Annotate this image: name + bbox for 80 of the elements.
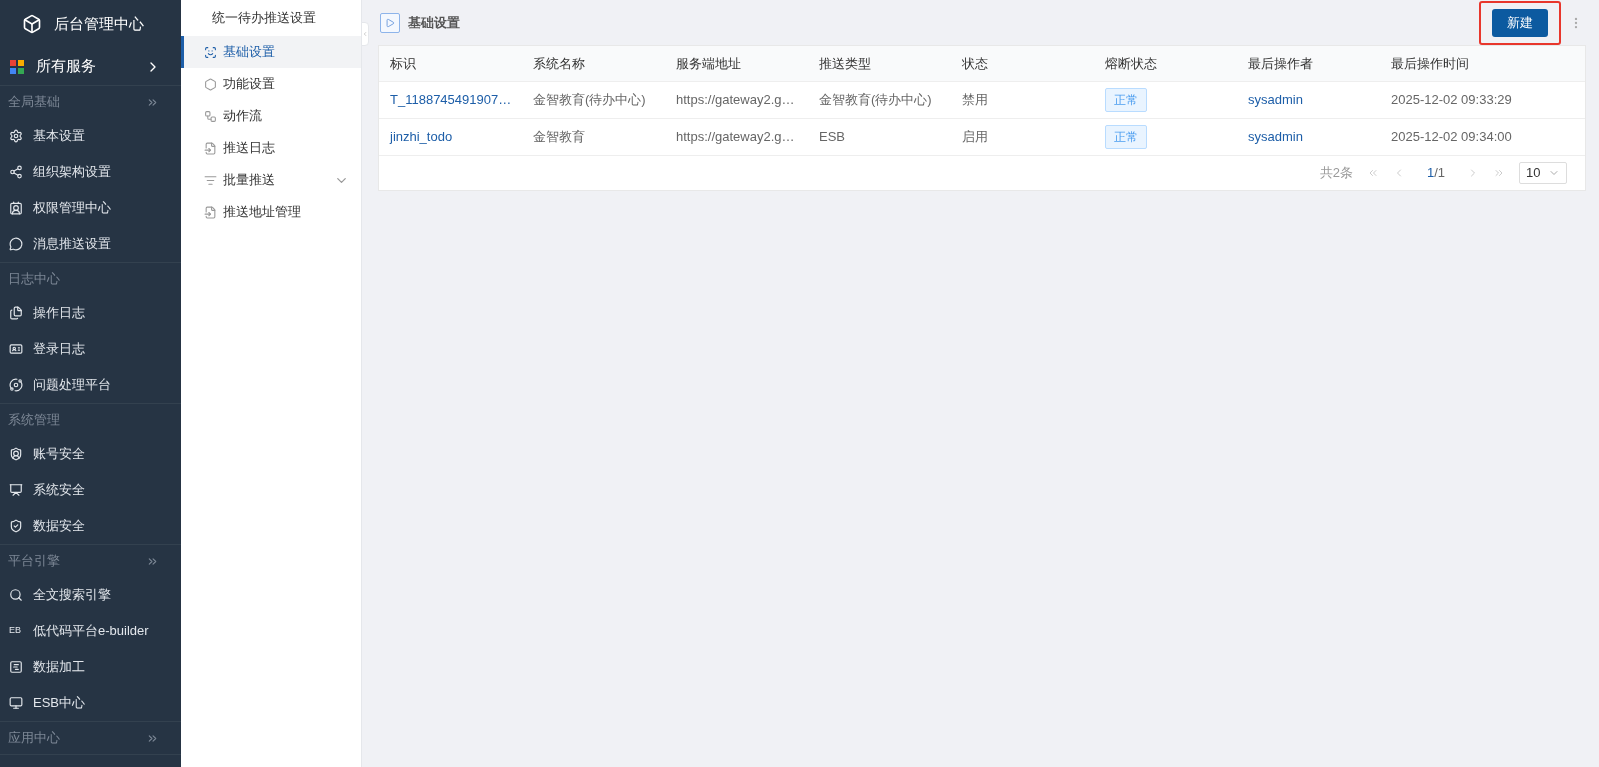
operator-link[interactable]: sysadmin xyxy=(1248,92,1303,108)
column-header: 服务端地址 xyxy=(675,54,742,73)
sidebar-item[interactable]: 数据安全 xyxy=(0,508,181,544)
sidebar-item[interactable]: 账号安全 xyxy=(0,436,181,472)
submenu-item[interactable]: 动作流 xyxy=(181,100,361,132)
column-header: 推送类型 xyxy=(818,54,872,73)
documents-icon xyxy=(9,306,23,320)
eb-label: EB xyxy=(9,624,22,638)
sidebar-item[interactable]: 消息推送设置 xyxy=(0,226,181,262)
section-title: 日志中心 xyxy=(8,270,61,289)
section-title: 全局基础 xyxy=(8,93,61,112)
shield-icon xyxy=(9,519,23,533)
column-header: 状态 xyxy=(961,54,989,73)
search-icon xyxy=(9,588,23,602)
shield-user-icon xyxy=(9,447,23,461)
id-link[interactable]: jinzhi_todo xyxy=(390,129,453,145)
sidebar-item[interactable]: 组织架构设置 xyxy=(0,154,181,190)
table-icon xyxy=(9,660,23,674)
submenu-item[interactable]: 批量推送 xyxy=(181,164,361,196)
sidebar-item[interactable]: 问题处理平台 xyxy=(0,367,181,403)
operator-link[interactable]: sysadmin xyxy=(1248,129,1303,145)
sidebar-item[interactable]: EB 低代码平台e-builder xyxy=(0,613,181,649)
submenu-item[interactable]: 功能设置 xyxy=(181,68,361,100)
chat-bubble-icon xyxy=(9,237,23,251)
monitor-icon xyxy=(9,696,23,710)
table-cell-text: 金智教育 xyxy=(532,128,586,147)
section-title: 平台引擎 xyxy=(8,552,61,571)
filter-icon xyxy=(204,173,217,187)
cube-logo-icon xyxy=(22,14,42,34)
column-header: 标识 xyxy=(389,54,417,73)
sidebar-item[interactable]: 数据加工 xyxy=(0,649,181,685)
status-tag: 正常 xyxy=(1105,125,1147,149)
planet-icon xyxy=(9,378,23,392)
column-header: 熔断状态 xyxy=(1104,54,1158,73)
sidebar-item[interactable]: ESB中心 xyxy=(0,685,181,721)
table-cell-text: 金智教育(待办中心) xyxy=(532,91,647,110)
section-title: 系统管理 xyxy=(8,411,61,430)
collapse-handle[interactable] xyxy=(361,22,369,46)
last-page-icon[interactable] xyxy=(1493,167,1505,179)
monitor-icon xyxy=(9,483,23,497)
table-cell-text: 禁用 xyxy=(961,91,989,110)
id-card-icon xyxy=(9,342,23,356)
contact-icon xyxy=(9,201,23,215)
submenu-item[interactable]: 基础设置 xyxy=(181,36,361,68)
flow-icon xyxy=(204,109,217,123)
table-cell-text: https://gateway2.g… xyxy=(675,91,796,110)
section-title: 应用中心 xyxy=(8,729,61,748)
status-tag: 正常 xyxy=(1105,88,1147,112)
page-title: 基础设置 xyxy=(408,13,461,32)
page-count: /1 xyxy=(1434,165,1445,181)
sidebar-item[interactable]: 基本设置 xyxy=(0,118,181,154)
column-header: 最后操作时间 xyxy=(1390,54,1470,73)
table-cell-text: 2025-12-02 09:33:29 xyxy=(1390,91,1513,110)
current-page: 1 xyxy=(1426,165,1435,181)
nodes-icon xyxy=(9,165,23,179)
total-count: 共2条 xyxy=(1319,164,1353,183)
document-icon xyxy=(204,205,217,219)
new-button[interactable]: 新建 xyxy=(1492,8,1548,37)
chevron-left-icon xyxy=(362,30,368,38)
hexagon-icon xyxy=(204,77,217,91)
table-cell-text: 启用 xyxy=(961,128,989,147)
submenu-item[interactable]: 推送地址管理 xyxy=(181,196,361,228)
table-cell-text: ESB xyxy=(818,128,846,147)
id-link[interactable]: T_1188745491907… xyxy=(390,92,512,108)
sidebar-item[interactable]: 全文搜索引擎 xyxy=(0,577,181,613)
sidebar-item[interactable]: 登录日志 xyxy=(0,331,181,367)
app-title: 后台管理中心 xyxy=(54,13,144,34)
page-size-select[interactable]: 10 xyxy=(1519,162,1567,184)
document-icon xyxy=(204,141,217,155)
table-cell-text: https://gateway2.g… xyxy=(675,128,796,147)
sidebar-item[interactable]: 权限管理中心 xyxy=(0,190,181,226)
sidebar-item[interactable]: 操作日志 xyxy=(0,295,181,331)
table-cell-text: 2025-12-02 09:34:00 xyxy=(1390,128,1513,147)
page-icon xyxy=(380,12,400,33)
sidebar-item[interactable]: 系统安全 xyxy=(0,472,181,508)
grid-logo-icon xyxy=(10,59,24,74)
column-header: 系统名称 xyxy=(532,54,586,73)
column-header: 最后操作者 xyxy=(1247,54,1314,73)
submenu-item[interactable]: 推送日志 xyxy=(181,132,361,164)
table-cell-text: 金智教育(待办中心) xyxy=(818,91,933,110)
